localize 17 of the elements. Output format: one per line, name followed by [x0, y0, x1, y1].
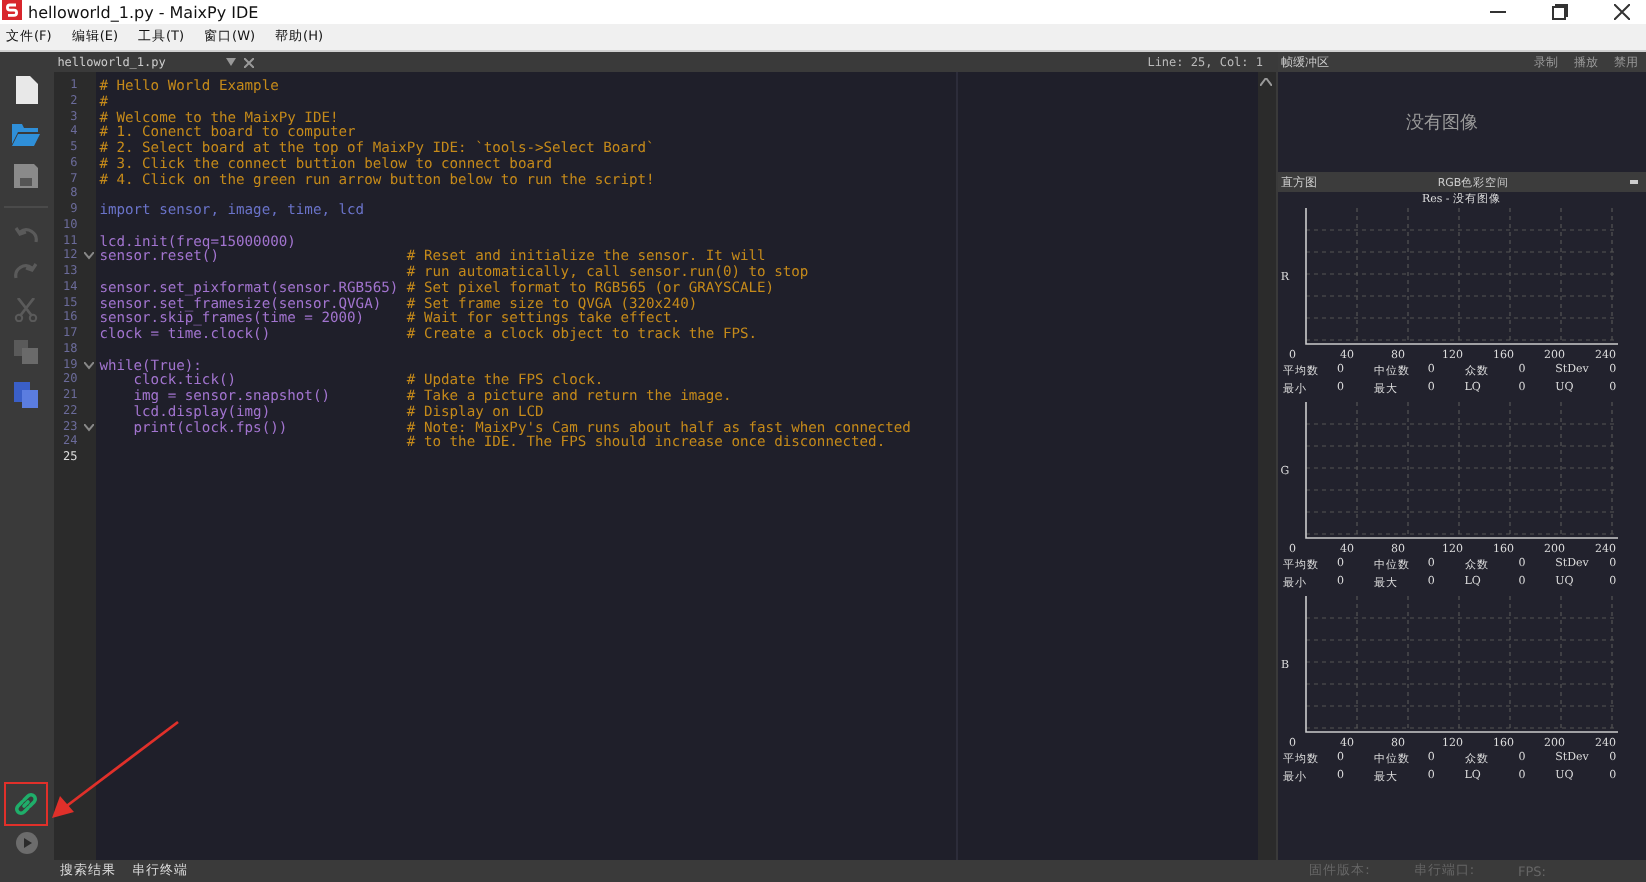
save-icon[interactable]: [14, 164, 39, 188]
new-file-icon[interactable]: [14, 76, 39, 104]
close-icon[interactable]: [1614, 4, 1630, 20]
paste-icon[interactable]: [14, 382, 39, 408]
empty-message: 没有图像: [1405, 111, 1478, 135]
link-icon[interactable]: [12, 790, 41, 818]
window-title: helloworld_1.py - MaixPy IDE: [28, 3, 259, 21]
copy-icon[interactable]: [14, 340, 39, 364]
scroll-up-icon[interactable]: [1260, 78, 1272, 86]
fold-icon[interactable]: [83, 252, 94, 261]
annotation-arrow: [48, 720, 180, 820]
folder-icon[interactable]: [12, 122, 41, 146]
dropdown-icon[interactable]: [225, 58, 236, 66]
run-icon[interactable]: [15, 832, 38, 854]
maximize-icon[interactable]: [1552, 4, 1568, 20]
fold-icon[interactable]: [83, 423, 94, 431]
fold-icon[interactable]: [83, 361, 94, 369]
